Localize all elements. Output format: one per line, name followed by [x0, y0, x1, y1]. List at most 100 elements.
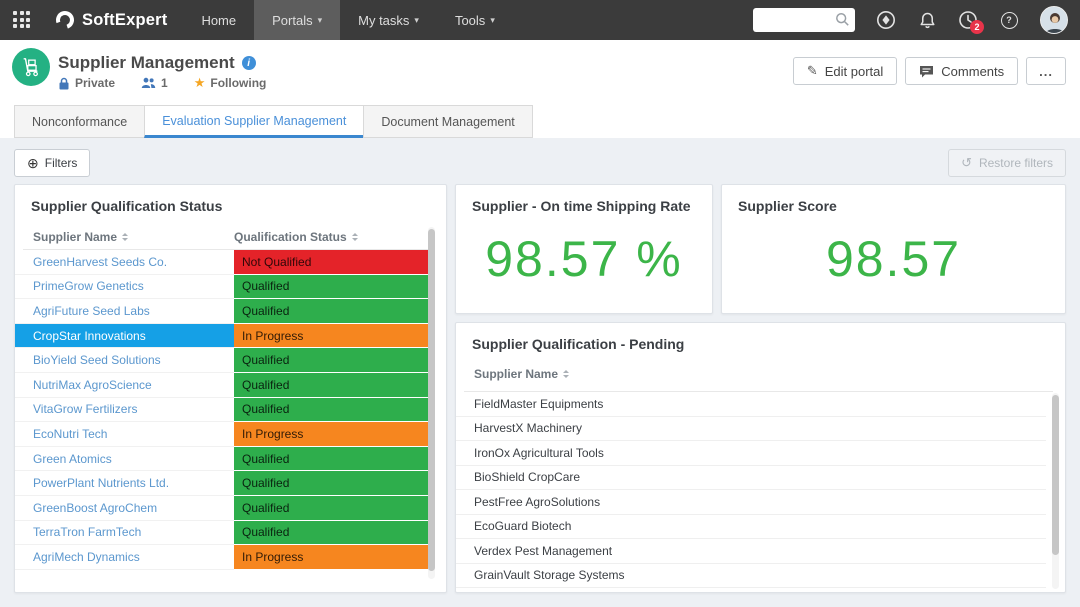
- supplier-name-link[interactable]: PrimeGrow Genetics: [15, 275, 234, 300]
- qualification-row: AgriFuture Seed LabsQualified: [15, 299, 428, 324]
- explore-icon[interactable]: [876, 10, 896, 30]
- supplier-name-link[interactable]: CropStar Innovations: [15, 324, 234, 349]
- pending-supplier-row: HarvestX Machinery: [456, 417, 1046, 442]
- qualification-status-cell: Not Qualified: [234, 250, 428, 275]
- app-launcher-icon[interactable]: [13, 11, 31, 29]
- supplier-name-link[interactable]: VitaGrow Fertilizers: [15, 398, 234, 423]
- nav-item-my-tasks[interactable]: My tasks▾: [340, 0, 437, 40]
- qualification-status-cell: Qualified: [234, 398, 428, 423]
- supplier-name-link[interactable]: TerraTron FarmTech: [15, 521, 234, 546]
- softexpert-logo[interactable]: SoftExpert: [55, 10, 167, 30]
- restore-icon: ↺: [961, 155, 972, 171]
- sort-icon: [122, 233, 128, 241]
- qualification-status-cell: Qualified: [234, 521, 428, 546]
- qualification-status-cell: Qualified: [234, 348, 428, 373]
- tab-nonconformance[interactable]: Nonconformance: [14, 105, 145, 138]
- qualification-rows: GreenHarvest Seeds Co.Not QualifiedPrime…: [15, 250, 428, 570]
- following-toggle[interactable]: ★ Following: [194, 75, 267, 91]
- supplier-name-link[interactable]: GreenBoost AgroChem: [15, 496, 234, 521]
- qualification-row: EcoNutri TechIn Progress: [15, 422, 428, 447]
- column-header-supplier-name[interactable]: Supplier Name: [15, 230, 234, 244]
- on-time-shipping-rate-card: Supplier - On time Shipping Rate 98.57 %: [455, 184, 713, 314]
- top-navbar: SoftExpert Home Portals ▾ My tasks▾ Tools ▾: [0, 0, 1080, 40]
- brand-name: SoftExpert: [82, 11, 167, 30]
- qualification-status-cell: Qualified: [234, 275, 428, 300]
- pending-supplier-row: BioShield CropCare: [456, 466, 1046, 491]
- supplier-handtruck-icon: [12, 48, 50, 86]
- page-title: Supplier Management: [58, 53, 235, 73]
- qualification-row: CropStar InnovationsIn Progress: [15, 324, 428, 349]
- caret-down-icon: ▾: [318, 15, 323, 26]
- nav-item-label: My tasks: [358, 13, 409, 28]
- help-icon[interactable]: ?: [999, 10, 1019, 30]
- caret-down-icon: ▾: [490, 15, 495, 26]
- main-menu: Home Portals ▾ My tasks▾ Tools ▾: [183, 0, 512, 40]
- notification-badge: 2: [970, 20, 984, 34]
- pencil-icon: ✎: [807, 63, 818, 79]
- scrollbar-thumb[interactable]: [1052, 395, 1059, 555]
- qualification-status-cell: Qualified: [234, 496, 428, 521]
- privacy-indicator: Private: [58, 76, 115, 90]
- lock-icon: [58, 77, 70, 90]
- supplier-name-link[interactable]: AgriMech Dynamics: [15, 545, 234, 570]
- search-icon[interactable]: [835, 12, 850, 27]
- scrollbar-thumb[interactable]: [428, 229, 435, 571]
- comments-button[interactable]: Comments: [905, 57, 1018, 85]
- supplier-management-page: SoftExpert Home Portals ▾ My tasks▾ Tools ▾: [0, 0, 1080, 607]
- nav-item-portals[interactable]: Portals ▾: [254, 0, 340, 40]
- pending-supplier-row: EcoGuard Biotech: [456, 515, 1046, 540]
- nav-item-home[interactable]: Home: [183, 0, 254, 40]
- user-avatar[interactable]: [1040, 6, 1068, 34]
- qualification-row: NutriMax AgroScienceQualified: [15, 373, 428, 398]
- restore-filters-button[interactable]: ↺ Restore filters: [948, 149, 1066, 177]
- supplier-name-link[interactable]: EcoNutri Tech: [15, 422, 234, 447]
- supplier-name-link[interactable]: AgriFuture Seed Labs: [15, 299, 234, 324]
- column-header-supplier-name[interactable]: Supplier Name: [474, 367, 569, 381]
- card-title: Supplier Score: [722, 185, 1065, 214]
- supplier-name-link[interactable]: Green Atomics: [15, 447, 234, 472]
- supplier-name-link[interactable]: GreenHarvest Seeds Co.: [15, 250, 234, 275]
- tab-document-management[interactable]: Document Management: [363, 105, 532, 138]
- filters-button[interactable]: ⊕ Filters: [14, 149, 90, 177]
- qualification-row: PowerPlant Nutrients Ltd.Qualified: [15, 471, 428, 496]
- people-icon: [141, 77, 156, 89]
- softexpert-logo-icon: [55, 10, 75, 30]
- qualification-status-card: Supplier Qualification Status Supplier N…: [14, 184, 447, 593]
- qualification-scrollbar: [428, 227, 435, 579]
- pending-supplier-row: IronOx Agricultural Tools: [456, 441, 1046, 466]
- tab-evaluation-supplier-management[interactable]: Evaluation Supplier Management: [144, 105, 364, 138]
- supplier-score-value: 98.57: [722, 214, 1065, 313]
- nav-item-label: Tools: [455, 13, 485, 28]
- nav-item-label: Home: [201, 13, 236, 28]
- pending-supplier-row: GrainVault Storage Systems: [456, 564, 1046, 589]
- nav-item-label: Portals: [272, 13, 312, 28]
- qualification-row: Green AtomicsQualified: [15, 447, 428, 472]
- more-actions-button[interactable]: ...: [1026, 57, 1066, 85]
- plus-circle-icon: ⊕: [27, 155, 39, 172]
- pending-activities-icon[interactable]: 2: [958, 10, 978, 30]
- supplier-name-link[interactable]: BioYield Seed Solutions: [15, 348, 234, 373]
- pending-scrollbar: [1052, 393, 1059, 589]
- edit-portal-button[interactable]: ✎ Edit portal: [793, 57, 897, 85]
- pending-rows: FieldMaster EquipmentsHarvestX Machinery…: [456, 392, 1046, 588]
- qualification-status-cell: Qualified: [234, 447, 428, 472]
- qualification-pending-card: Supplier Qualification - Pending Supplie…: [455, 322, 1066, 593]
- pending-supplier-row: PestFree AgroSolutions: [456, 490, 1046, 515]
- members-count: 1: [141, 76, 168, 90]
- notifications-bell-icon[interactable]: [917, 10, 937, 30]
- shipping-rate-value: 98.57 %: [456, 214, 712, 313]
- qualification-row: TerraTron FarmTechQualified: [15, 521, 428, 546]
- qualification-status-cell: Qualified: [234, 471, 428, 496]
- portal-header: Supplier Management i Private 1: [0, 40, 1080, 138]
- comment-bubble-icon: [919, 65, 934, 78]
- column-header-qualification-status[interactable]: Qualification Status: [234, 230, 428, 244]
- navbar-right-cluster: 2 ?: [753, 0, 1068, 40]
- supplier-name-link[interactable]: NutriMax AgroScience: [15, 373, 234, 398]
- pending-supplier-row: FieldMaster Equipments: [456, 392, 1046, 417]
- qualification-row: AgriMech DynamicsIn Progress: [15, 545, 428, 570]
- supplier-name-link[interactable]: PowerPlant Nutrients Ltd.: [15, 471, 234, 496]
- info-icon[interactable]: i: [242, 56, 256, 70]
- qualification-row: BioYield Seed SolutionsQualified: [15, 348, 428, 373]
- nav-item-tools[interactable]: Tools ▾: [437, 0, 513, 40]
- portal-tabs: NonconformanceEvaluation Supplier Manage…: [14, 105, 533, 138]
